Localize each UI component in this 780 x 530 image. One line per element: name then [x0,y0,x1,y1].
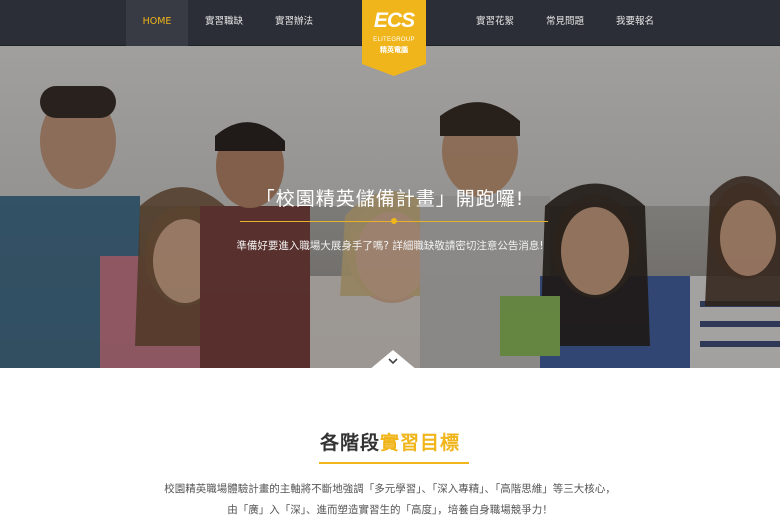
ecs-logo[interactable]: ECS ELITEGROUP 精英電腦 [362,0,426,76]
nav-internship-jobs[interactable]: 實習職缺 [196,0,252,46]
section-heading-accent: 實習目標 [380,432,461,454]
section-underline [319,462,469,464]
nav-internship-gallery[interactable]: 實習花絮 [467,0,523,46]
hero-title: 「校園精英儲備計畫」開跑囉! [255,188,525,210]
section-description-line-2: 由「廣」入「深」、進而塑造實習生的「高度」，培養自身職場競爭力！ [227,504,553,516]
logo-mark: ECS [373,9,415,32]
scroll-down-button[interactable] [369,348,417,368]
section-description-line-1: 校園精英職場體驗計畫的主軸將不斷地強調「多元學習」、「深入專精」、「高階思維」等… [164,483,616,495]
logo-english-name: ELITEGROUP [373,37,415,43]
chevron-down-icon [371,350,415,368]
logo-chinese-name: 精英電腦 [380,47,408,54]
nav-apply[interactable]: 我要報名 [606,0,664,46]
nav-faq[interactable]: 常見問題 [537,0,593,46]
section-heading-plain: 各階段 [319,432,380,454]
section-heading: 各階段實習目標 [0,428,780,455]
hero-divider-dot [391,218,397,224]
nav-home[interactable]: HOME [126,0,188,46]
nav-internship-method[interactable]: 實習辦法 [265,0,323,46]
hero-subtitle: 準備好要進入職場大展身手了嗎? 詳細職缺敬請密切注意公告消息! [236,240,544,252]
hero-banner: 「校園精英儲備計畫」開跑囉! 準備好要進入職場大展身手了嗎? 詳細職缺敬請密切注… [0,46,780,368]
